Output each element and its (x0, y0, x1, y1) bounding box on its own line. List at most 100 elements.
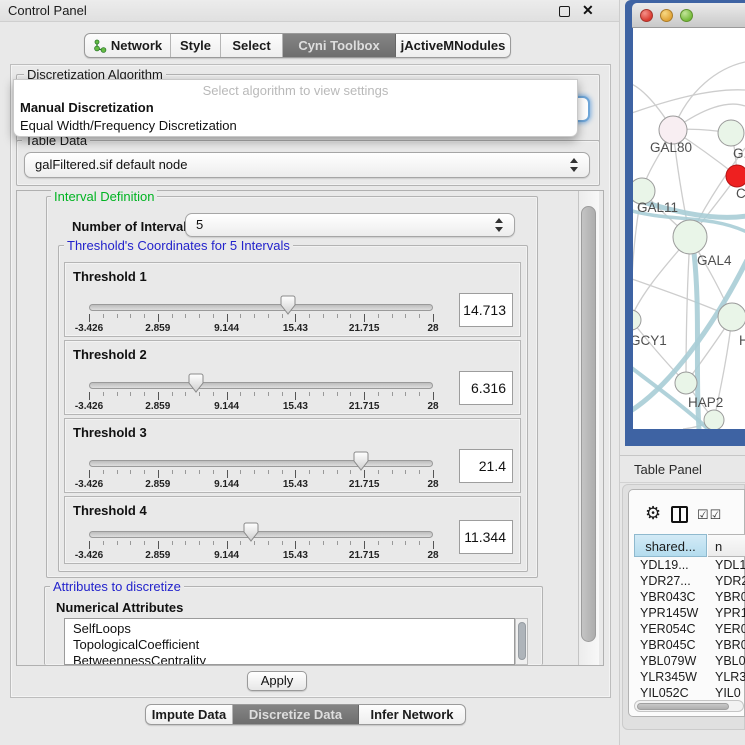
control-panel-titlebar: Control Panel ✕ (0, 0, 620, 22)
cell[interactable]: YLR345W (640, 670, 697, 684)
column-header-shared[interactable]: shared... (634, 534, 707, 557)
cell[interactable]: YER054C (640, 622, 696, 636)
table-row[interactable]: YBR043C YBR0 (634, 589, 745, 606)
node-label-gal4: GAL4 (697, 253, 732, 268)
threshold-2-slider-track[interactable] (89, 382, 433, 389)
table-row[interactable]: YIL052C YIL0 (634, 685, 745, 697)
threshold-4-slider-handle[interactable] (243, 522, 259, 542)
tab-select[interactable]: Select (221, 34, 283, 57)
node-gcy1[interactable] (633, 310, 641, 330)
table-row[interactable]: YLR345W YLR3 (634, 669, 745, 686)
cell[interactable]: YPR145W (640, 606, 698, 620)
cell[interactable]: YBR045C (640, 638, 696, 652)
node-label-hap2: HAP2 (688, 395, 723, 410)
panel-divider[interactable] (619, 0, 620, 745)
close-icon[interactable]: ✕ (582, 2, 594, 19)
node-partial-right[interactable] (718, 303, 745, 331)
tick-label: 9.144 (214, 401, 239, 412)
tab-label: Infer Network (370, 707, 453, 722)
table-row[interactable]: YDL19... YDL1 (634, 557, 745, 574)
group-title-interval-definition: Interval Definition (51, 190, 157, 203)
slider-tick-labels: -3.426 2.859 9.144 15.43 21.715 28 (89, 401, 433, 412)
cell[interactable]: YIL052C (640, 686, 689, 697)
tab-jactivemnodules[interactable]: jActiveMNodules (396, 34, 510, 57)
list-item-betweennesscentrality[interactable]: BetweennessCentrality (73, 653, 206, 665)
tab-style[interactable]: Style (171, 34, 221, 57)
table-row[interactable]: YBL079W YBL0 (634, 653, 745, 670)
table-row[interactable]: YER054C YER0 (634, 621, 745, 638)
threshold-1-value-field[interactable]: 14.713 (459, 293, 513, 327)
attributes-list-scrollbar[interactable] (515, 618, 528, 665)
threshold-3-value-field[interactable]: 21.4 (459, 449, 513, 483)
float-window-icon[interactable] (559, 6, 570, 17)
threshold-1-slider-track[interactable] (89, 304, 433, 311)
checkbox-filter-icons[interactable]: ☑☑ (697, 507, 722, 523)
tick-label: 28 (427, 550, 438, 561)
node-selected-red[interactable] (726, 165, 745, 187)
table-data-combobox[interactable]: galFiltered.sif default node (24, 152, 590, 178)
group-title-thresholds: Threshold's Coordinates for 5 Intervals (64, 239, 293, 252)
combobox-arrows-icon (570, 157, 580, 173)
cell[interactable]: YBR0 (715, 638, 745, 652)
network-canvas[interactable]: GAL80 G. C GAL11 GAL4 GCY1 H HAP2 (633, 28, 745, 429)
cell[interactable]: YBL0 (715, 654, 745, 668)
dropdown-option-equal-width-frequency[interactable]: Equal Width/Frequency Discretization (20, 118, 237, 133)
scrollbar-thumb[interactable] (637, 703, 729, 711)
cell[interactable]: YLR3 (715, 670, 745, 684)
slider-tick-labels: -3.426 2.859 9.144 15.43 21.715 28 (89, 479, 433, 490)
cell[interactable]: YBR0 (715, 590, 745, 604)
cell[interactable]: YDR2 (715, 574, 745, 588)
tab-infer-network[interactable]: Infer Network (359, 705, 465, 724)
list-item-selfloops[interactable]: SelfLoops (73, 621, 131, 636)
node-partial-bottom[interactable] (704, 410, 724, 429)
tab-impute-data[interactable]: Impute Data (146, 705, 233, 724)
apply-button[interactable]: Apply (247, 671, 307, 691)
cell[interactable]: YPR1 (715, 606, 745, 620)
minimize-traffic-light[interactable] (660, 9, 673, 22)
table-row[interactable]: YDR27... YDR2 (634, 573, 745, 590)
cell[interactable]: YBL079W (640, 654, 696, 668)
tick-label: 2.859 (145, 323, 170, 334)
dropdown-option-manual-discretization[interactable]: Manual Discretization (20, 100, 154, 115)
tab-label: jActiveMNodules (401, 38, 506, 53)
tab-cyni-toolbox[interactable]: Cyni Toolbox (283, 34, 396, 57)
table-row[interactable]: YBR045C YBR0 (634, 637, 745, 654)
node-hap2[interactable] (675, 372, 697, 394)
scrollbar-thumb[interactable] (581, 206, 596, 642)
cell[interactable]: YBR043C (640, 590, 696, 604)
table-row[interactable]: YPR145W YPR1 (634, 605, 745, 622)
column-header-name[interactable]: n (708, 534, 745, 557)
settings-vertical-scrollbar[interactable] (578, 191, 599, 665)
slider-ticks (89, 392, 433, 401)
threshold-3-slider-handle[interactable] (353, 451, 369, 471)
cell[interactable]: YDL19... (640, 558, 689, 572)
tick-label: -3.426 (75, 401, 103, 412)
table-horizontal-scrollbar[interactable] (634, 700, 744, 712)
list-item-topologicalcoefficient[interactable]: TopologicalCoefficient (73, 637, 199, 652)
threshold-4-value-field[interactable]: 11.344 (459, 520, 513, 554)
slider-ticks (89, 314, 433, 323)
threshold-1-slider-handle[interactable] (280, 295, 296, 315)
gear-icon[interactable]: ⚙ (645, 504, 661, 522)
close-traffic-light[interactable] (640, 9, 653, 22)
tick-label: -3.426 (75, 550, 103, 561)
tick-label: 2.859 (145, 550, 170, 561)
zoom-traffic-light[interactable] (680, 9, 693, 22)
split-columns-icon[interactable] (671, 506, 688, 523)
threshold-2-slider-handle[interactable] (188, 373, 204, 393)
threshold-2-value-field[interactable]: 6.316 (459, 371, 513, 405)
cell[interactable]: YDR27... (640, 574, 691, 588)
tab-network[interactable]: Network (85, 34, 171, 57)
slider-tick-labels: -3.426 2.859 9.144 15.43 21.715 28 (89, 550, 433, 561)
cell[interactable]: YDL1 (715, 558, 745, 572)
tick-label: 28 (427, 323, 438, 334)
node-gal4[interactable] (673, 220, 707, 254)
threshold-3-slider-track[interactable] (89, 460, 433, 467)
node-partial-top-right[interactable] (718, 120, 744, 146)
cell[interactable]: YIL0 (715, 686, 741, 697)
scrollbar-thumb[interactable] (518, 622, 526, 660)
number-of-intervals-spinner[interactable]: 5 (185, 213, 515, 237)
tab-discretize-data[interactable]: Discretize Data (233, 705, 359, 724)
cell[interactable]: YER0 (715, 622, 745, 636)
threshold-4-slider-track[interactable] (89, 531, 433, 538)
